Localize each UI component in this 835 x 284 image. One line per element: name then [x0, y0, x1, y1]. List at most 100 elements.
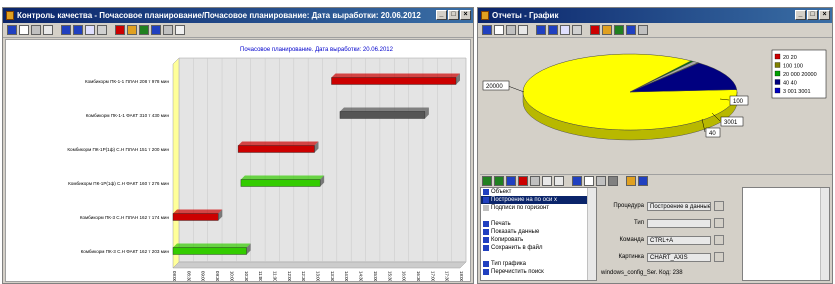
copy-icon[interactable]	[43, 25, 53, 35]
tree-scrollbar[interactable]	[587, 188, 596, 280]
legend-swatch	[774, 79, 781, 85]
add-icon[interactable]	[482, 176, 492, 186]
preview-pane	[742, 187, 830, 281]
tree-item-label: Построение на по оси х	[491, 197, 558, 203]
close-button[interactable]: ×	[819, 10, 830, 20]
maximize-button[interactable]: □	[807, 10, 818, 20]
prop-field-input[interactable]	[647, 218, 711, 228]
tree-list[interactable]: Объект Построение на по оси х Подписи по г…	[480, 187, 597, 281]
open-icon[interactable]	[482, 25, 492, 35]
tree-item[interactable]: Тип графика	[481, 260, 596, 268]
settings-icon[interactable]	[163, 25, 173, 35]
refresh-icon[interactable]	[139, 25, 149, 35]
table-icon[interactable]	[85, 25, 95, 35]
gantt-bar-top	[331, 73, 460, 78]
export-icon[interactable]	[151, 25, 161, 35]
gantt-bar	[339, 111, 426, 119]
print-icon[interactable]	[584, 176, 594, 186]
tree-item[interactable]	[481, 252, 596, 260]
tree-item[interactable]: Печать	[481, 220, 596, 228]
copy-icon[interactable]	[542, 176, 552, 186]
color-icon[interactable]	[626, 176, 636, 186]
pie-chart-area: 20000 100 3001 40 20 20 100 100 20 000 20000 40…	[480, 39, 830, 173]
close-button[interactable]: ×	[460, 10, 471, 20]
prop-field-input[interactable]: CHART_AXIS	[647, 252, 711, 262]
help-icon[interactable]	[175, 25, 185, 35]
color-icon[interactable]	[115, 25, 125, 35]
x-tick-label: 09:30	[215, 271, 220, 281]
tree-item[interactable]: Перечистить поиск	[481, 268, 596, 276]
legend-label: 100 100	[783, 64, 803, 70]
tree-item[interactable]: Подписи по горизонт	[481, 204, 596, 212]
delete-icon[interactable]	[518, 176, 528, 186]
prop-field-browse-button[interactable]	[714, 218, 724, 228]
layout-icon[interactable]	[127, 25, 137, 35]
tree-item-icon	[483, 253, 489, 259]
chart-icon[interactable]	[506, 25, 516, 35]
gantt-bar-top	[240, 175, 325, 180]
chart-floor	[172, 261, 467, 269]
maximize-button[interactable]: □	[448, 10, 459, 20]
add-child-icon[interactable]	[494, 176, 504, 186]
save-icon[interactable]	[536, 25, 546, 35]
pie-chart: 20000 100 3001 40 20 20 100 100 20 000 20000 40…	[482, 49, 827, 141]
tree-item-icon	[483, 261, 489, 267]
prop-field-input[interactable]: CTRL+A	[647, 235, 711, 245]
copy-icon[interactable]	[518, 25, 528, 35]
tree-item[interactable]	[481, 212, 596, 220]
move-icon[interactable]	[572, 176, 582, 186]
props-icon[interactable]	[97, 25, 107, 35]
tree-item-label: Копировать	[491, 237, 524, 243]
props-icon[interactable]	[572, 25, 582, 35]
app-icon	[6, 11, 14, 20]
tree-item[interactable]: Построение на по оси х	[481, 196, 596, 204]
tree-item-label: Тип графика	[491, 261, 526, 267]
x-tick-label: 18:00	[459, 271, 464, 281]
callout-label: 20000	[486, 84, 503, 90]
save-icon[interactable]	[61, 25, 71, 35]
layout-icon[interactable]	[602, 25, 612, 35]
paste-icon[interactable]	[554, 176, 564, 186]
minimize-button[interactable]: _	[795, 10, 806, 20]
print-icon[interactable]	[19, 25, 29, 35]
wrench-icon[interactable]	[608, 176, 618, 186]
export-icon[interactable]	[626, 25, 636, 35]
print-icon[interactable]	[494, 25, 504, 35]
tree-item[interactable]: Показать данные	[481, 228, 596, 236]
x-tick-label: 10:00	[229, 271, 234, 281]
refresh-icon[interactable]	[614, 25, 624, 35]
x-tick-label: 09:00	[201, 271, 206, 281]
x-tick-label: 16:00	[402, 271, 407, 281]
reports-window-titlebar[interactable]: Отчеты - График _ □ ×	[478, 8, 832, 23]
prop-field: Команда CTRL+A	[599, 235, 724, 245]
chart-icon[interactable]	[31, 25, 41, 35]
prop-field-input[interactable]: Построение в данные	[647, 201, 711, 211]
prop-field-browse-button[interactable]	[714, 252, 724, 262]
search-icon[interactable]	[638, 176, 648, 186]
prop-field-browse-button[interactable]	[714, 235, 724, 245]
tree-item-icon	[483, 229, 489, 235]
minimize-button[interactable]: _	[436, 10, 447, 20]
open-icon[interactable]	[7, 25, 17, 35]
settings-icon[interactable]	[596, 176, 606, 186]
edit-icon[interactable]	[506, 176, 516, 186]
x-tick-label: 14:30	[359, 271, 364, 281]
tree-item[interactable]: Объект	[481, 188, 596, 196]
preview-scrollbar[interactable]	[820, 188, 829, 280]
preview-icon[interactable]	[73, 25, 83, 35]
fields-panel: Процедура Построение в данные Тип Команда CT…	[599, 187, 740, 281]
gantt-chart-area: Почасовое планирование. Дата выработки: …	[5, 39, 471, 282]
settings-icon[interactable]	[638, 25, 648, 35]
x-tick-label: 10:30	[244, 271, 249, 281]
prop-field-browse-button[interactable]	[714, 201, 724, 211]
gantt-window-titlebar[interactable]: Контроль качества - Почасовое планирован…	[3, 8, 473, 23]
tree-item[interactable]: Сохранить в файл	[481, 244, 596, 252]
table-icon[interactable]	[560, 25, 570, 35]
gantt-bar	[172, 247, 247, 255]
tool-icon[interactable]	[530, 176, 540, 186]
category-label: Комбикорм ПК-1Р(1ф) С.Н ПЛАН 151 т 200 м…	[67, 147, 169, 152]
color-icon[interactable]	[590, 25, 600, 35]
tree-item[interactable]: Копировать	[481, 236, 596, 244]
prop-field-label: Процедура	[613, 203, 644, 209]
preview-icon[interactable]	[548, 25, 558, 35]
